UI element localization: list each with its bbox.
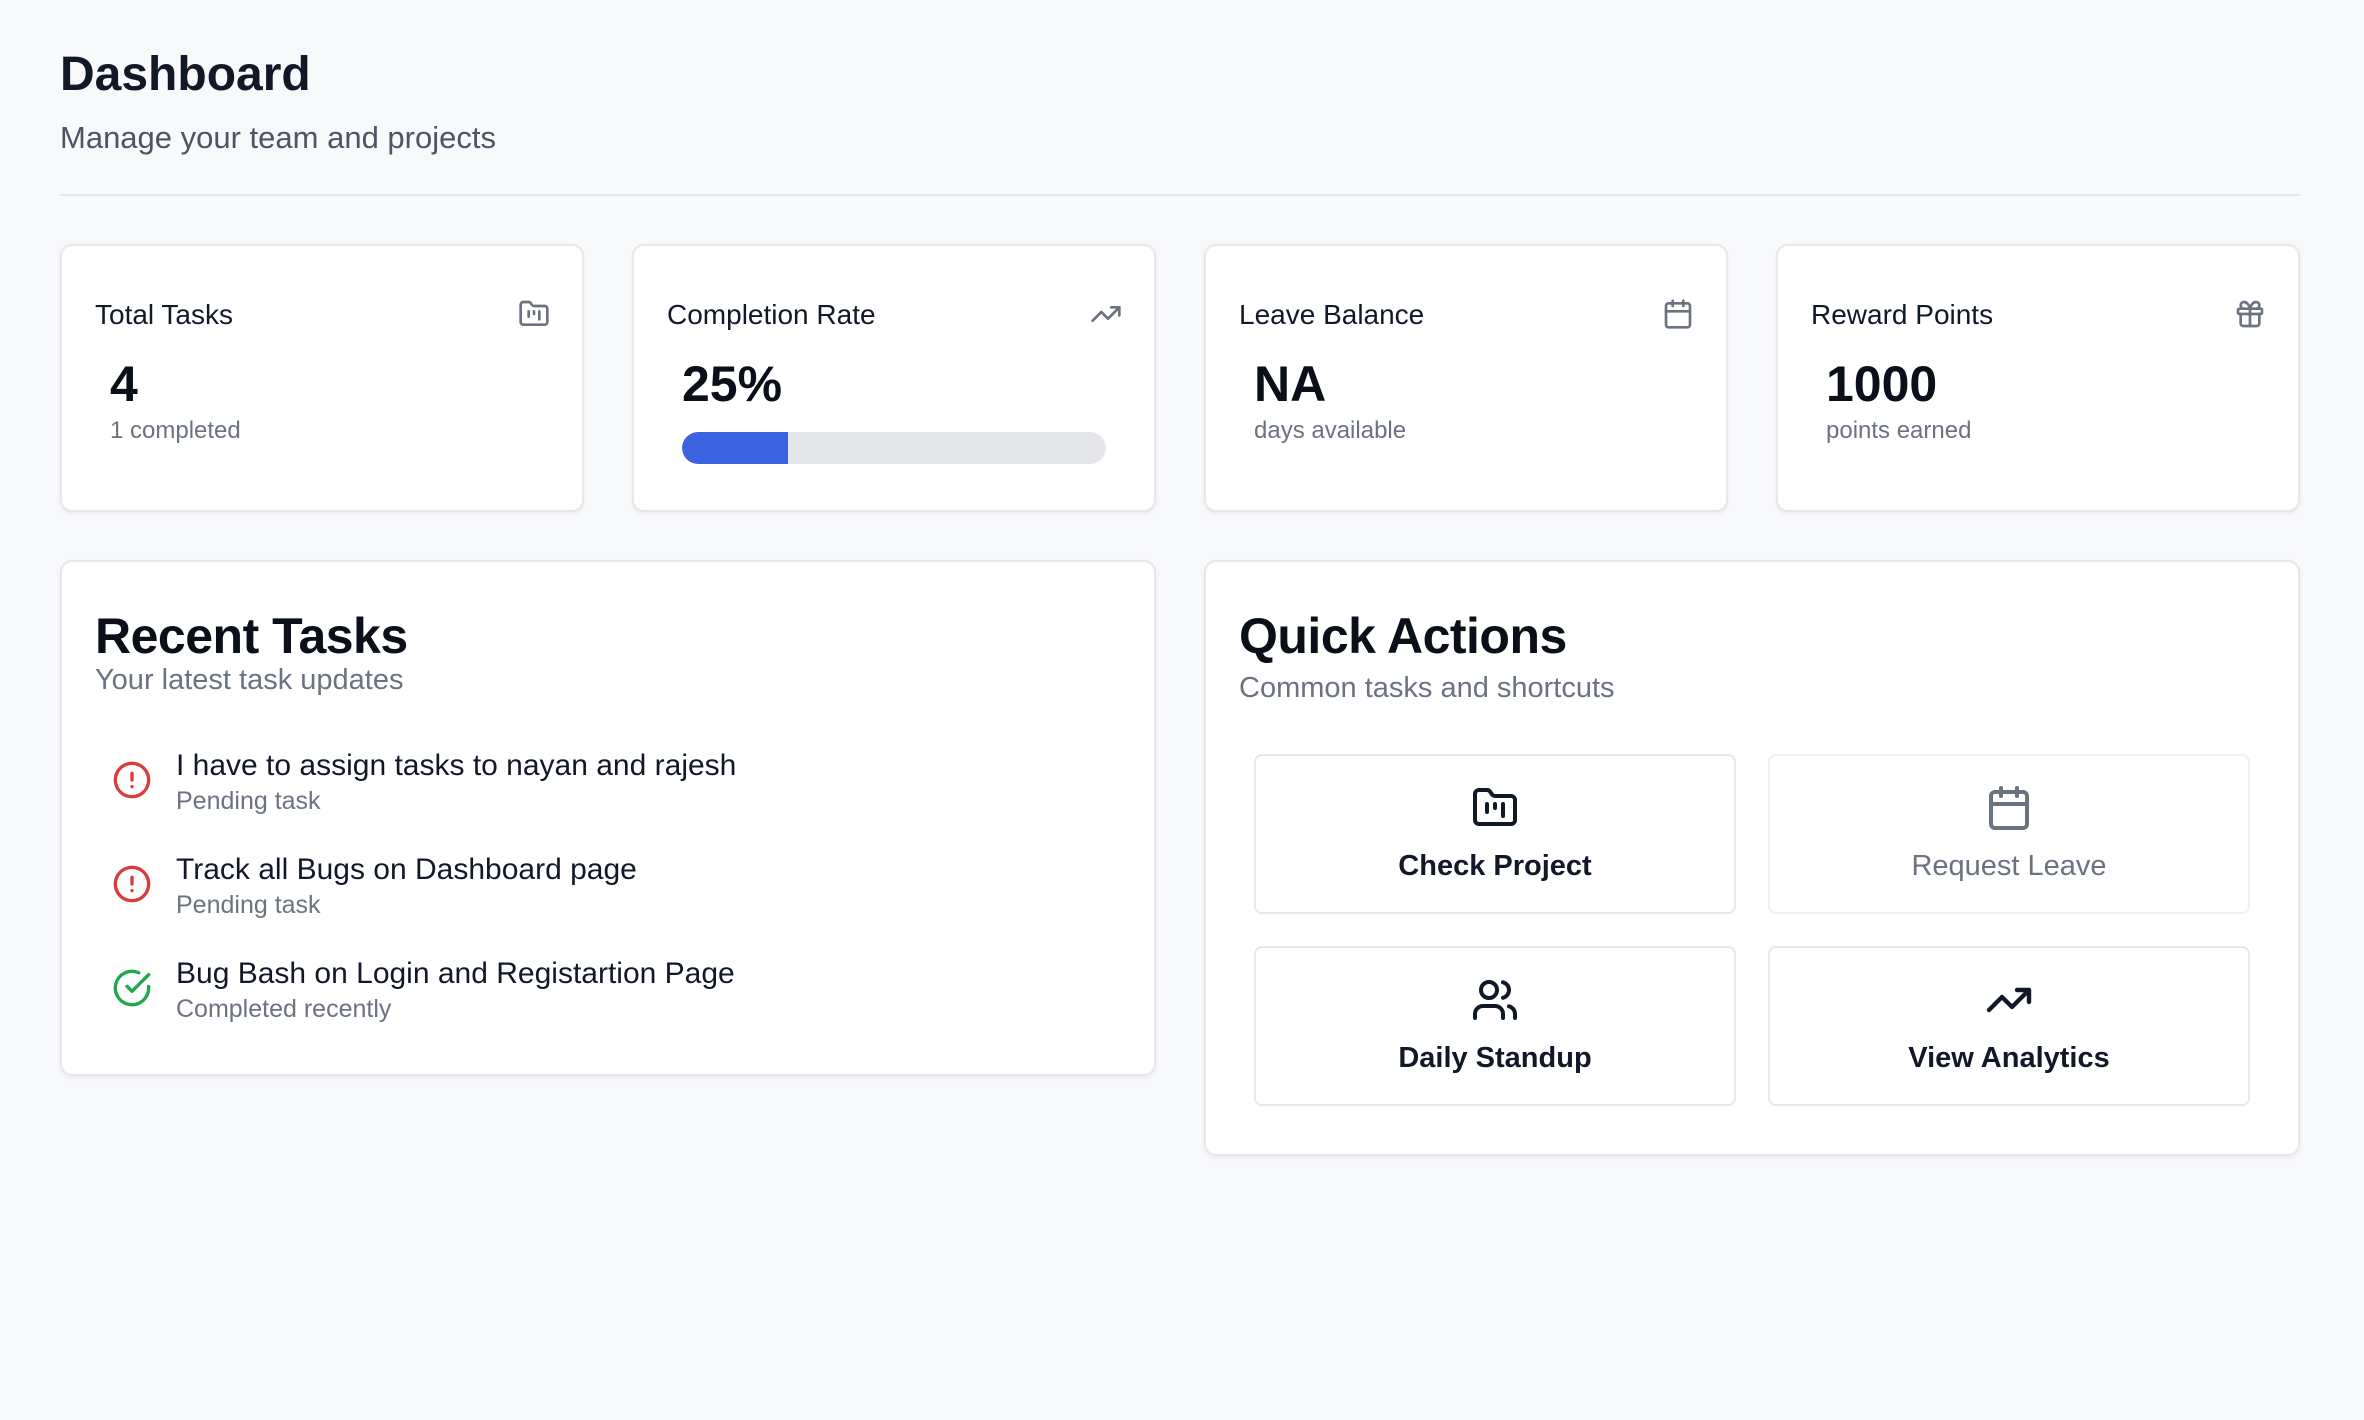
stat-title: Leave Balance (1239, 299, 1425, 330)
action-label: Request Leave (1911, 850, 2107, 882)
action-label: Daily Standup (1398, 1042, 1592, 1074)
alert-circle-icon (112, 864, 152, 904)
folder-kanban-icon (518, 298, 550, 330)
stat-value: 4 (110, 356, 138, 412)
calendar-icon (1662, 298, 1694, 330)
task-status: Pending task (176, 787, 321, 815)
page-title: Dashboard (60, 48, 311, 101)
stats-row: Total Tasks 4 1 completed Completion Rat… (60, 244, 2300, 512)
page-subtitle: Manage your team and projects (60, 120, 496, 155)
stat-title: Completion Rate (667, 299, 876, 330)
trending-up-icon (1985, 976, 2033, 1024)
users-icon (1471, 976, 1519, 1024)
gift-icon (2234, 298, 2266, 330)
daily-standup-button[interactable]: Daily Standup (1254, 946, 1736, 1106)
stat-title: Reward Points (1811, 299, 1994, 330)
panel-title: Quick Actions (1239, 608, 1567, 664)
quick-actions-panel: Quick Actions Common tasks and shortcuts… (1204, 560, 2300, 1156)
stat-sub: days available (1254, 417, 1407, 444)
calendar-icon (1985, 784, 2033, 832)
folder-kanban-icon (1471, 784, 1519, 832)
stat-value: NA (1254, 356, 1327, 412)
panel-subtitle: Your latest task updates (95, 664, 404, 696)
action-label: Check Project (1398, 850, 1592, 882)
panel-subtitle: Common tasks and shortcuts (1239, 672, 1615, 704)
panel-title: Recent Tasks (95, 608, 408, 664)
trending-up-icon (1090, 298, 1122, 330)
list-item[interactable]: Bug Bash on Login and Registartion Page … (112, 956, 1112, 1026)
stat-card-reward-points: Reward Points 1000 points earned (1776, 244, 2300, 512)
header-divider (60, 194, 2300, 196)
task-name: Bug Bash on Login and Registartion Page (176, 957, 735, 990)
task-status: Pending task (176, 891, 321, 919)
page-header: Dashboard Manage your team and projects (60, 0, 2300, 196)
stat-card-completion-rate: Completion Rate 25% (632, 244, 1156, 512)
completion-progress-bar (682, 432, 1106, 464)
stat-title: Total Tasks (95, 299, 233, 330)
completion-progress-fill (682, 432, 788, 464)
dashboard-page: Dashboard Manage your team and projects … (60, 0, 2300, 1156)
task-name: Track all Bugs on Dashboard page (176, 853, 637, 886)
stat-sub: 1 completed (110, 417, 241, 444)
check-circle-icon (112, 968, 152, 1008)
stat-value: 1000 (1826, 356, 1938, 412)
task-status: Completed recently (176, 995, 392, 1023)
alert-circle-icon (112, 760, 152, 800)
list-item[interactable]: I have to assign tasks to nayan and raje… (112, 748, 1112, 818)
stat-value: 25% (682, 356, 783, 412)
request-leave-button[interactable]: Request Leave (1768, 754, 2250, 914)
recent-tasks-panel: Recent Tasks Your latest task updates I … (60, 560, 1156, 1076)
list-item[interactable]: Track all Bugs on Dashboard page Pending… (112, 852, 1112, 922)
stat-card-total-tasks: Total Tasks 4 1 completed (60, 244, 584, 512)
view-analytics-button[interactable]: View Analytics (1768, 946, 2250, 1106)
task-name: I have to assign tasks to nayan and raje… (176, 749, 737, 782)
check-project-button[interactable]: Check Project (1254, 754, 1736, 914)
stat-sub: points earned (1826, 417, 1972, 444)
stat-card-leave-balance: Leave Balance NA days available (1204, 244, 1728, 512)
action-label: View Analytics (1908, 1042, 2110, 1074)
